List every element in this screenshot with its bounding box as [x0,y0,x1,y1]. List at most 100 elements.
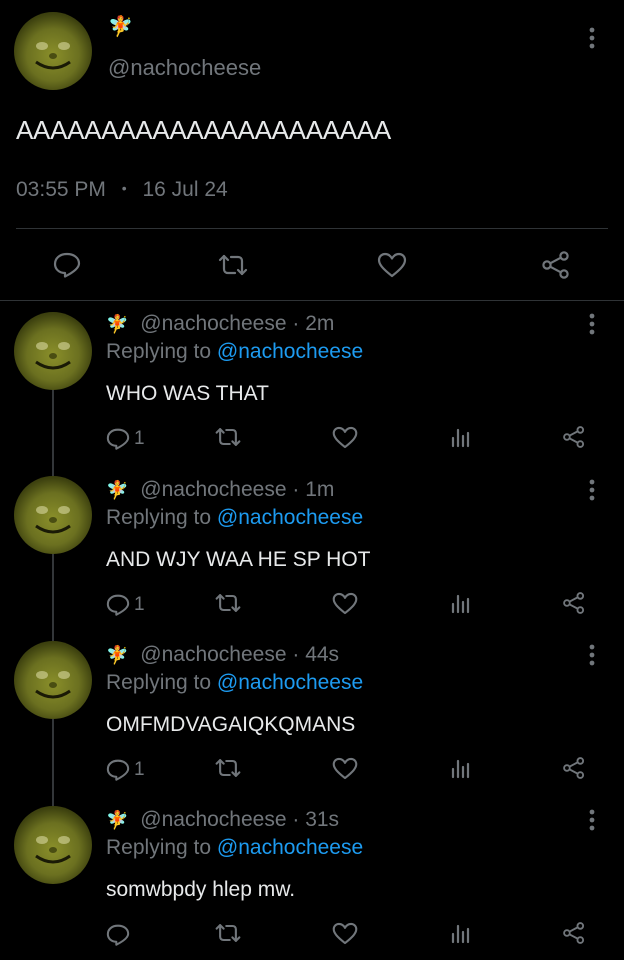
reply-icon [106,428,130,450]
like-button[interactable] [376,250,408,280]
reply-button[interactable]: 1 [106,592,145,618]
verified-badge: 🧚 [106,810,129,830]
reply-tweet[interactable]: 🧚 @nachocheese · 44s Replying to @nachoc… [0,637,624,797]
divider [0,300,624,301]
reply-icon [53,252,81,278]
like-button[interactable] [332,757,358,780]
replying-to: Replying to @nachocheese [106,504,363,532]
replying-handle-link[interactable]: @nachocheese [217,506,363,529]
share-button[interactable] [562,426,586,448]
user-handle[interactable]: @nachocheese [140,808,286,831]
timestamp-separator: • [121,180,127,196]
reply-age: · 44s [292,643,340,666]
reply-icon [106,594,130,616]
reply-icon [106,924,130,946]
user-handle[interactable]: @nachocheese [140,478,286,501]
retweet-icon [215,594,241,612]
reply-age: · 1m [292,478,335,501]
replying-handle-link[interactable]: @nachocheese [217,340,363,363]
like-icon [332,426,358,449]
more-options-icon[interactable] [580,808,604,832]
tweet-date: 16 Jul 24 [142,178,228,201]
verified-badge: 🧚 [106,314,129,334]
tweet-timestamp[interactable]: 03:55 PM • 16 Jul 24 [16,174,228,204]
like-icon [332,757,358,780]
avatar[interactable] [14,806,92,884]
avatar[interactable] [14,312,92,390]
divider [16,228,608,229]
reply-button[interactable] [52,250,82,280]
retweet-icon [215,759,241,777]
like-button[interactable] [332,426,358,449]
replying-to: Replying to @nachocheese [106,669,363,697]
views-button[interactable] [450,426,472,448]
like-icon [332,592,358,615]
tweet-time: 03:55 PM [16,178,106,201]
replying-handle-link[interactable]: @nachocheese [217,671,363,694]
replying-handle-link[interactable]: @nachocheese [217,836,363,859]
reply-header: 🧚 @nachocheese · 2m [106,310,334,338]
like-button[interactable] [332,592,358,615]
share-button[interactable] [562,592,586,614]
reply-count: 1 [134,594,145,615]
avatar[interactable] [14,641,92,719]
verified-badge: 🧚 [106,480,129,500]
reply-text: AND WJY WAA HE SP HOT [106,548,371,571]
reply-age: · 31s [292,808,340,831]
retweet-button[interactable] [214,922,242,944]
views-icon [451,759,470,779]
replying-label: Replying to [106,671,212,694]
replying-label: Replying to [106,340,212,363]
like-icon [332,922,358,945]
views-button[interactable] [450,592,472,614]
avatar[interactable] [14,12,92,90]
reply-action-bar: 1 [106,424,606,454]
share-icon [563,592,585,614]
retweet-button[interactable] [214,592,242,614]
share-icon [563,757,585,779]
reply-text: somwbpdy hlep mw. [106,878,296,901]
verified-badge: 🧚 [108,16,133,38]
views-icon [451,428,470,448]
user-handle[interactable]: @nachocheese [140,312,286,335]
reply-button[interactable] [106,922,134,948]
reply-button[interactable]: 1 [106,426,145,452]
more-options-icon[interactable] [580,312,604,336]
avatar[interactable] [14,476,92,554]
user-handle[interactable]: @nachocheese [140,643,286,666]
like-icon [377,252,407,278]
share-button[interactable] [562,922,586,944]
share-button[interactable] [540,250,572,280]
reply-count: 1 [134,759,145,780]
more-options-icon[interactable] [580,478,604,502]
reply-tweet[interactable]: 🧚 @nachocheese · 31s Replying to @nachoc… [0,802,624,960]
reply-age: · 2m [292,312,335,335]
more-options-icon[interactable] [580,26,604,50]
retweet-icon [218,254,248,276]
replying-to: Replying to @nachocheese [106,338,363,366]
reply-text: WHO WAS THAT [106,382,269,405]
share-icon [542,251,569,279]
replying-label: Replying to [106,506,212,529]
reply-tweet[interactable]: 🧚 @nachocheese · 2m Replying to @nachoch… [0,306,624,466]
reply-tweet[interactable]: 🧚 @nachocheese · 1m Replying to @nachoch… [0,472,624,632]
replying-to: Replying to @nachocheese [106,834,363,862]
views-button[interactable] [450,922,472,944]
user-handle[interactable]: @nachocheese [108,54,261,82]
retweet-button[interactable] [216,250,250,280]
reply-header: 🧚 @nachocheese · 1m [106,476,334,504]
share-icon [563,922,585,944]
verified-badge: 🧚 [106,645,129,665]
reply-header: 🧚 @nachocheese · 44s [106,641,339,669]
retweet-icon [215,924,241,942]
share-button[interactable] [562,757,586,779]
views-button[interactable] [450,757,472,779]
reply-action-bar [106,920,606,950]
retweet-button[interactable] [214,426,242,448]
reply-action-bar: 1 [106,755,606,785]
retweet-button[interactable] [214,757,242,779]
replying-label: Replying to [106,836,212,859]
like-button[interactable] [332,922,358,945]
more-options-icon[interactable] [580,643,604,667]
reply-button[interactable]: 1 [106,757,145,783]
